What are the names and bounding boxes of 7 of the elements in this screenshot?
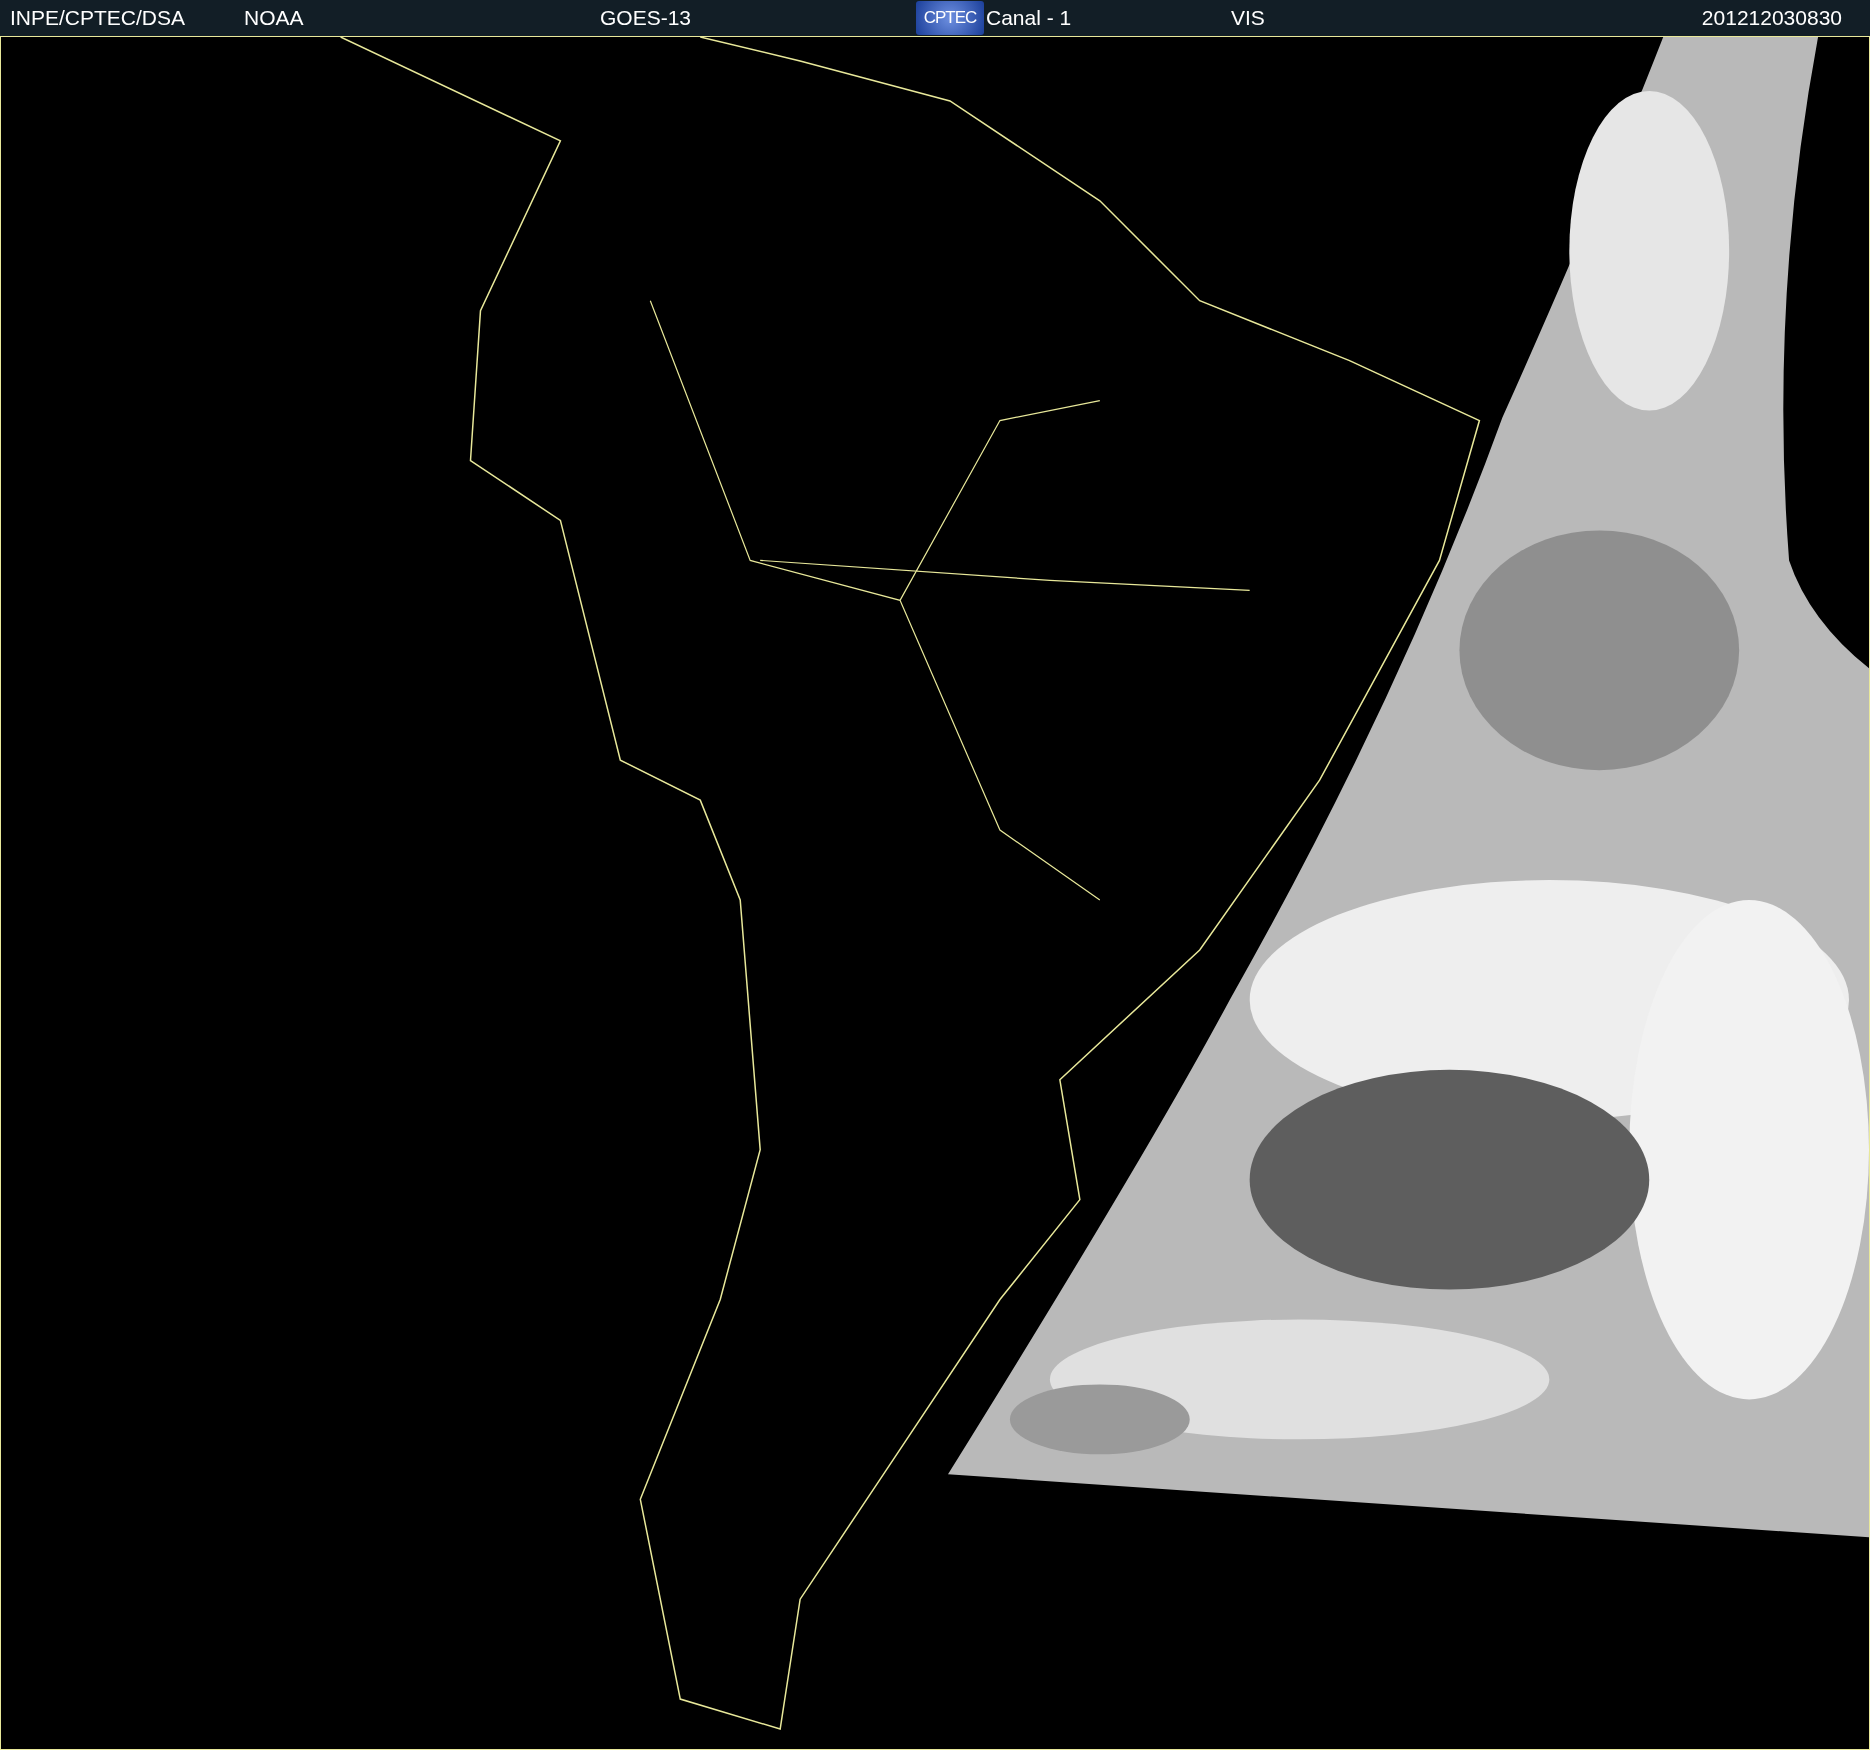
logo: CPTEC [916,1,984,35]
satellite-label: GOES-13 [600,6,693,30]
timestamp-label: 201212030830 [1701,6,1843,30]
source-label: NOAA [244,6,305,30]
agency-label: INPE/CPTEC/DSA [9,6,187,30]
channel-label: Canal - 1 [986,6,1073,30]
band-label: VIS [1231,6,1266,30]
